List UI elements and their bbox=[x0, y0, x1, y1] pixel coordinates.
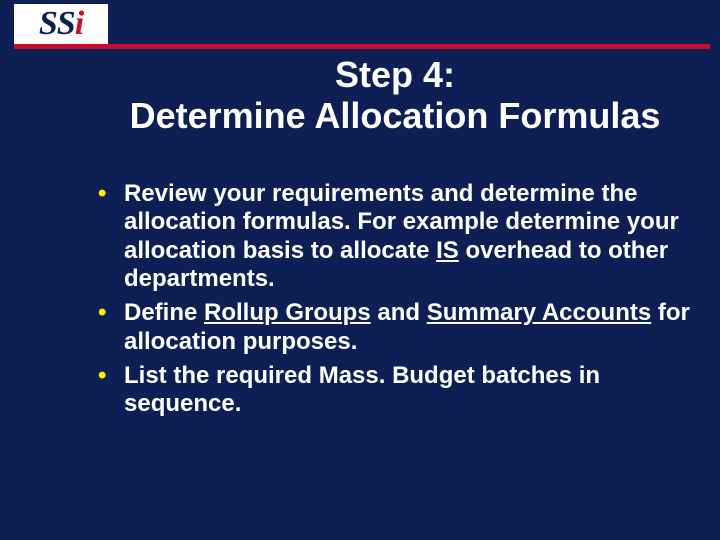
bullet-2-mid: and bbox=[371, 299, 427, 326]
bullet-1-text: Review your requirements and determine t… bbox=[124, 180, 690, 293]
slide-title: Step 4: Determine Allocation Formulas bbox=[90, 54, 700, 137]
bullet-2: • Define Rollup Groups and Summary Accou… bbox=[96, 299, 690, 356]
bullet-2-text: Define Rollup Groups and Summary Account… bbox=[124, 299, 690, 356]
logo-text: SSi bbox=[39, 7, 83, 41]
bullet-marker: • bbox=[96, 362, 124, 419]
bullet-2-underline-rollup: Rollup Groups bbox=[204, 299, 371, 326]
left-stripe bbox=[14, 0, 80, 540]
slide: SSi Step 4: Determine Allocation Formula… bbox=[0, 0, 720, 540]
logo-part-i: i bbox=[75, 5, 83, 42]
horizontal-rule bbox=[14, 44, 710, 49]
bullet-3: • List the required Mass. Budget batches… bbox=[96, 362, 690, 419]
bullet-2-underline-summary: Summary Accounts bbox=[427, 299, 652, 326]
bullet-1-underline-is: IS bbox=[436, 237, 459, 264]
title-line-1: Step 4: bbox=[90, 54, 700, 95]
logo-part-ss: SS bbox=[39, 5, 75, 42]
bullet-3-text: List the required Mass. Budget batches i… bbox=[124, 362, 690, 419]
title-line-2: Determine Allocation Formulas bbox=[90, 95, 700, 136]
slide-body: • Review your requirements and determine… bbox=[96, 180, 690, 425]
bullet-marker: • bbox=[96, 180, 124, 293]
bullet-1: • Review your requirements and determine… bbox=[96, 180, 690, 293]
bullet-2-pre: Define bbox=[124, 299, 204, 326]
logo: SSi bbox=[14, 4, 108, 44]
bullet-marker: • bbox=[96, 299, 124, 356]
